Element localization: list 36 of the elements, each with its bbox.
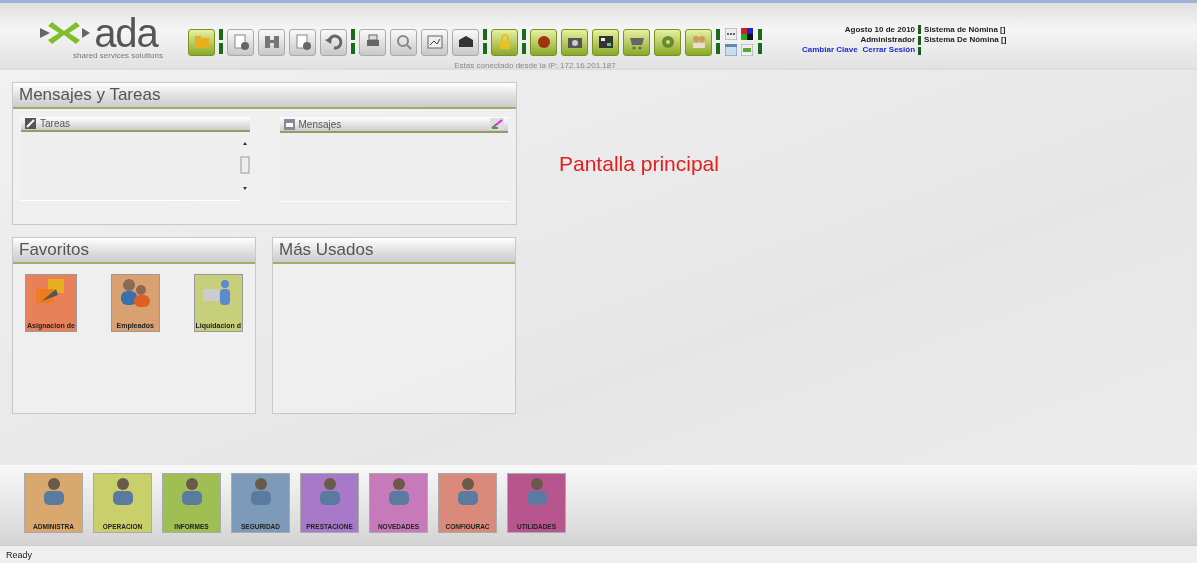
toolbar-separator: [522, 29, 526, 55]
toolbar-button[interactable]: [561, 28, 588, 56]
envelope-icon: [283, 118, 295, 130]
header-link[interactable]: Cerrar Sesión: [862, 45, 916, 55]
system-label: Sistema de Nómina []: [924, 25, 1007, 35]
toolbar-button[interactable]: [592, 28, 619, 56]
pencil-icon: [25, 118, 36, 129]
color-grid-icon: [741, 28, 753, 40]
date-label: Agosto 10 de 2010: [844, 25, 916, 35]
panel-title: Favoritos: [13, 238, 255, 264]
toolbar-separator: [758, 29, 762, 55]
toolbar-button[interactable]: [530, 28, 557, 56]
connection-info: Estas conectado desde la IP: 172.16.201.187: [454, 61, 616, 70]
logo-tagline: shared services solutions: [73, 51, 163, 60]
pencil-icon: [490, 118, 504, 130]
toolbar-button[interactable]: [740, 27, 754, 41]
window-icon: [725, 44, 737, 56]
toolbar-button[interactable]: [452, 28, 479, 56]
main-title: Pantalla principal: [559, 152, 720, 176]
logo-wordmark: ada: [94, 15, 158, 51]
toolbar-separator: [219, 29, 223, 55]
messages-title: Mensajes: [298, 118, 343, 130]
system-label: Sistema De Nómina []: [924, 35, 1007, 45]
toolbar-separator: [483, 29, 487, 55]
header-link[interactable]: Cambiar Clave: [802, 45, 858, 55]
dots-icon: [725, 28, 737, 40]
toolbar-separator: [716, 29, 720, 55]
panel-title: Mensajes y Tareas: [13, 83, 516, 109]
tasks-title: Tareas: [40, 118, 70, 129]
header-separator: [918, 25, 922, 55]
user-label: Administrador: [860, 35, 916, 45]
edit-button[interactable]: [490, 118, 504, 130]
panel-title: Más Usados: [273, 238, 515, 264]
card-icon: [741, 44, 753, 56]
status-bar: Ready: [0, 545, 1197, 563]
toolbar-separator: [351, 29, 355, 55]
